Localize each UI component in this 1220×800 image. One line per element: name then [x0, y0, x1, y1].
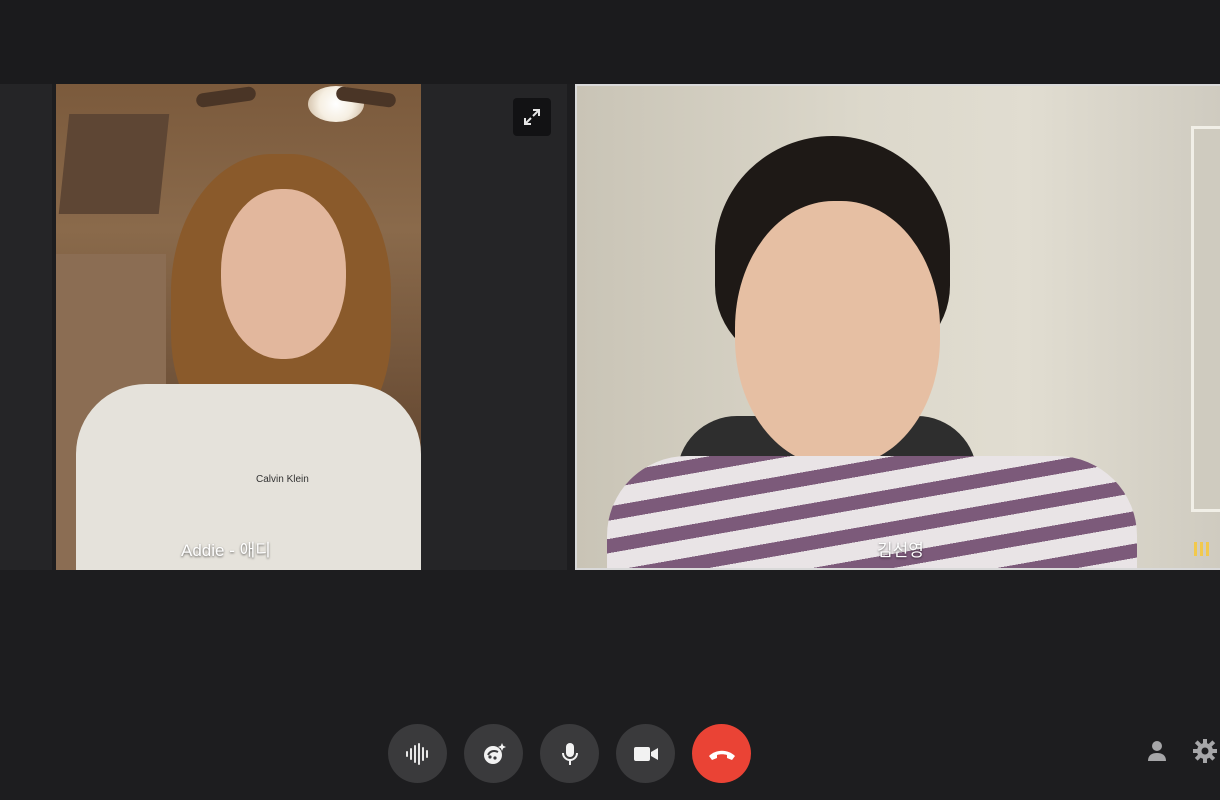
end-call-button[interactable]	[692, 724, 751, 783]
side-tools	[1142, 736, 1220, 766]
gear-icon	[1193, 739, 1217, 763]
shirt-logo: Calvin Klein	[256, 474, 309, 485]
ceiling-fan	[195, 84, 397, 124]
effects-button[interactable]	[464, 724, 523, 783]
participant-name: 김선영	[877, 541, 924, 560]
audio-waveform-icon	[405, 742, 428, 765]
microphone-icon	[561, 742, 578, 765]
call-controls	[388, 724, 751, 783]
background-door-frame	[1191, 126, 1220, 512]
speaking-indicator-icon	[1194, 536, 1212, 556]
call-stage: Calvin Klein Addie - 애디 김선영	[0, 0, 1220, 800]
ceiling-vent	[58, 114, 170, 214]
phone-hangup-icon	[708, 750, 735, 760]
expand-icon	[524, 109, 540, 125]
participant-name: Addie - 애디	[181, 541, 271, 560]
participants-button[interactable]	[1142, 736, 1172, 766]
top-bar	[0, 0, 1220, 84]
voice-effects-button[interactable]	[388, 724, 447, 783]
sparkle-effects-icon	[483, 742, 506, 764]
fan-blade	[195, 85, 257, 109]
participant-face	[735, 201, 940, 466]
tile-spacer	[421, 84, 567, 570]
expand-button[interactable]	[513, 98, 551, 136]
microphone-button[interactable]	[540, 724, 599, 783]
video-camera-icon	[633, 746, 658, 761]
participant-video-addie[interactable]: Calvin Klein Addie - 애디	[56, 84, 421, 570]
offscreen-tile	[0, 84, 52, 570]
camera-button[interactable]	[616, 724, 675, 783]
person-icon	[1148, 741, 1166, 761]
participant-face	[221, 189, 346, 359]
participant-shirt	[607, 456, 1137, 568]
settings-button[interactable]	[1190, 736, 1220, 766]
participant-video-kang[interactable]: 김선영	[575, 84, 1220, 570]
